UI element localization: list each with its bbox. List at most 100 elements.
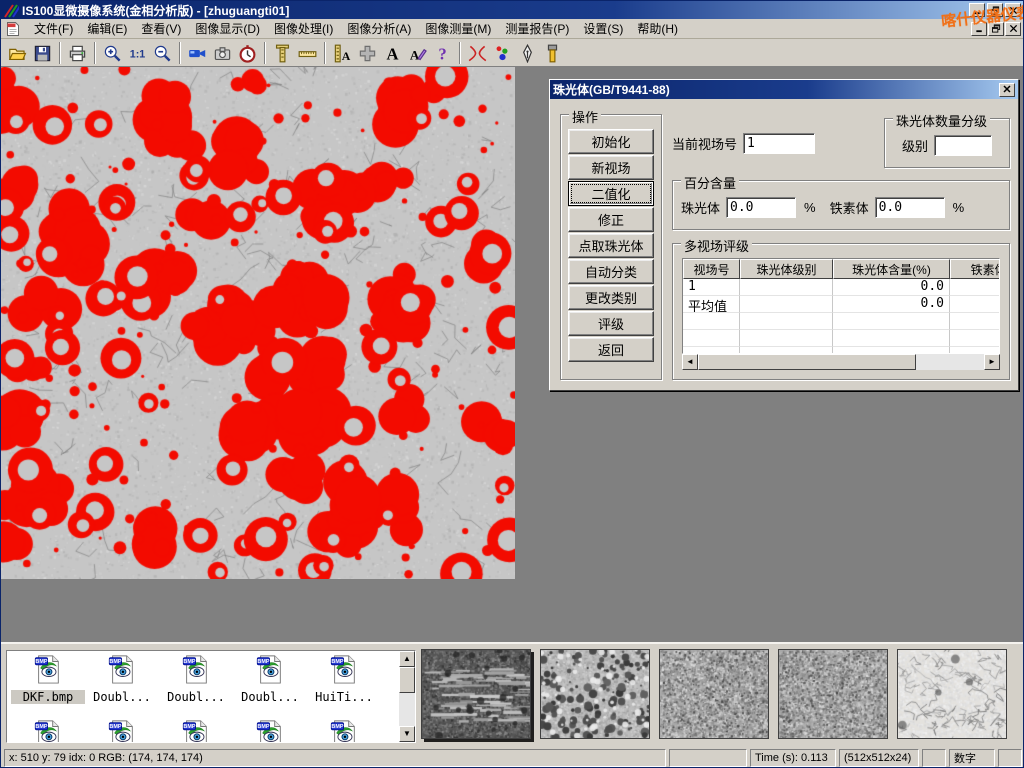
- menu-help[interactable]: 帮助(H): [630, 18, 685, 39]
- curve-tool-icon[interactable]: [465, 41, 490, 65]
- scrollbar-thumb[interactable]: [698, 354, 916, 370]
- table-header-1[interactable]: 珠光体级别: [740, 259, 833, 279]
- brush-icon[interactable]: [540, 41, 565, 65]
- table-cell: [740, 313, 833, 330]
- scroll-left-icon[interactable]: ◄: [682, 354, 698, 370]
- table-header-3[interactable]: 铁素体含量(%): [950, 259, 1000, 279]
- dialog-close-button[interactable]: ✕: [999, 83, 1015, 97]
- print-icon[interactable]: [65, 41, 90, 65]
- menu-edit[interactable]: 编辑(E): [80, 18, 134, 39]
- table-cell: [950, 279, 1000, 296]
- svg-text:BMP: BMP: [257, 724, 269, 730]
- file-item[interactable]: BMP: [307, 719, 381, 743]
- pick-pearlite-button[interactable]: 点取珠光体: [568, 233, 654, 258]
- menu-file[interactable]: 文件(F): [27, 18, 80, 39]
- thumbnail-4[interactable]: [778, 649, 888, 739]
- menu-image-analysis[interactable]: 图像分析(A): [340, 18, 418, 39]
- percent-sign: %: [804, 200, 816, 215]
- scrollbar-thumb[interactable]: [399, 667, 415, 693]
- scroll-down-icon[interactable]: ▼: [399, 726, 415, 742]
- file-list-scrollbar[interactable]: ▲ ▼: [399, 651, 415, 742]
- thumbnail-1[interactable]: [421, 649, 531, 739]
- menu-measure-report[interactable]: 测量报告(P): [498, 18, 576, 39]
- save-icon[interactable]: [30, 41, 55, 65]
- file-item[interactable]: BMPHuiTi...: [307, 654, 381, 704]
- file-name: Doubl...: [85, 690, 159, 704]
- menu-settings[interactable]: 设置(S): [576, 18, 630, 39]
- pearlite-percent-input[interactable]: [726, 197, 796, 218]
- table-header-2[interactable]: 珠光体含量(%): [833, 259, 950, 279]
- table-row[interactable]: [683, 347, 999, 354]
- zoom-in-icon[interactable]: [100, 41, 125, 65]
- ruler-icon[interactable]: [295, 41, 320, 65]
- text-icon[interactable]: A: [380, 41, 405, 65]
- initialize-button[interactable]: 初始化: [568, 129, 654, 154]
- window-titlebar[interactable]: IS100显微摄像系统(金相分析版) - [zhuguangti01]: [1, 1, 1023, 19]
- ferrite-percent-input[interactable]: [875, 197, 945, 218]
- metallograph-image[interactable]: [1, 67, 515, 579]
- thumbnail-3[interactable]: [659, 649, 769, 739]
- open-icon[interactable]: [5, 41, 30, 65]
- change-class-button[interactable]: 更改类别: [568, 285, 654, 310]
- mdi-minimize-button[interactable]: [971, 22, 987, 36]
- scroll-up-icon[interactable]: ▲: [399, 651, 415, 667]
- grid-cross-icon[interactable]: [355, 41, 380, 65]
- file-item[interactable]: BMP: [11, 719, 85, 743]
- table-row[interactable]: [683, 313, 999, 330]
- caliper-icon[interactable]: [270, 41, 295, 65]
- camera-icon[interactable]: [210, 41, 235, 65]
- file-item[interactable]: BMP: [85, 719, 159, 743]
- table-row[interactable]: 10.0: [683, 279, 999, 296]
- thumbnail-2[interactable]: [540, 649, 650, 739]
- timer-icon[interactable]: [235, 41, 260, 65]
- table-horizontal-scrollbar[interactable]: ◄ ►: [682, 354, 1000, 370]
- menu-image-process[interactable]: 图像处理(I): [267, 18, 340, 39]
- zoom-out-icon[interactable]: [150, 41, 175, 65]
- mdi-close-button[interactable]: [1005, 22, 1021, 36]
- new-field-button[interactable]: 新视场: [568, 155, 654, 180]
- restore-button[interactable]: [987, 3, 1003, 17]
- file-item[interactable]: BMPDoubl...: [233, 654, 307, 704]
- measure-scale-icon[interactable]: A: [330, 41, 355, 65]
- thumbnail-5[interactable]: [897, 649, 1007, 739]
- menu-image-display[interactable]: 图像显示(D): [188, 18, 267, 39]
- actual-size-icon[interactable]: 1:1: [125, 41, 150, 65]
- table-cell: [683, 313, 740, 330]
- rate-button[interactable]: 评级: [568, 311, 654, 336]
- file-name: Doubl...: [233, 690, 307, 704]
- table-row[interactable]: [683, 330, 999, 347]
- auto-classify-button[interactable]: 自动分类: [568, 259, 654, 284]
- menu-bar: 文件(F)编辑(E)查看(V)图像显示(D)图像处理(I)图像分析(A)图像测量…: [1, 19, 1023, 39]
- pen-icon[interactable]: [515, 41, 540, 65]
- grade-input[interactable]: [934, 135, 992, 156]
- cursor-position-readout: x: 510 y: 79 idx: 0 RGB: (174, 174, 174): [4, 749, 666, 767]
- correct-button[interactable]: 修正: [568, 207, 654, 232]
- menu-view[interactable]: 查看(V): [134, 18, 188, 39]
- file-item[interactable]: BMPDKF.bmp: [11, 654, 85, 704]
- toolbar-separator: [264, 42, 266, 64]
- document-icon[interactable]: [5, 21, 21, 37]
- svg-text:A: A: [410, 47, 420, 62]
- table-cell: [950, 347, 1000, 354]
- scroll-right-icon[interactable]: ►: [984, 354, 1000, 370]
- particle-analysis-icon[interactable]: [490, 41, 515, 65]
- dialog-titlebar[interactable]: 珠光体(GB/T9441-88) ✕: [550, 80, 1018, 99]
- binarize-button[interactable]: 二值化: [568, 181, 654, 206]
- file-item[interactable]: BMP: [159, 719, 233, 743]
- table-cell: [950, 313, 1000, 330]
- table-row[interactable]: 平均值0.0: [683, 296, 999, 313]
- video-camera-icon[interactable]: [185, 41, 210, 65]
- file-item[interactable]: BMPDoubl...: [159, 654, 233, 704]
- file-item[interactable]: BMPDoubl...: [85, 654, 159, 704]
- minimize-button[interactable]: [969, 3, 985, 17]
- return-button[interactable]: 返回: [568, 337, 654, 362]
- file-name: Doubl...: [159, 690, 233, 704]
- mdi-restore-button[interactable]: [988, 22, 1004, 36]
- current-field-input[interactable]: [743, 133, 815, 154]
- table-header-0[interactable]: 视场号: [683, 259, 740, 279]
- close-button[interactable]: [1005, 3, 1021, 17]
- annotate-icon[interactable]: A: [405, 41, 430, 65]
- file-item[interactable]: BMP: [233, 719, 307, 743]
- help-icon[interactable]: ?: [430, 41, 455, 65]
- menu-image-measure[interactable]: 图像测量(M): [418, 18, 498, 39]
